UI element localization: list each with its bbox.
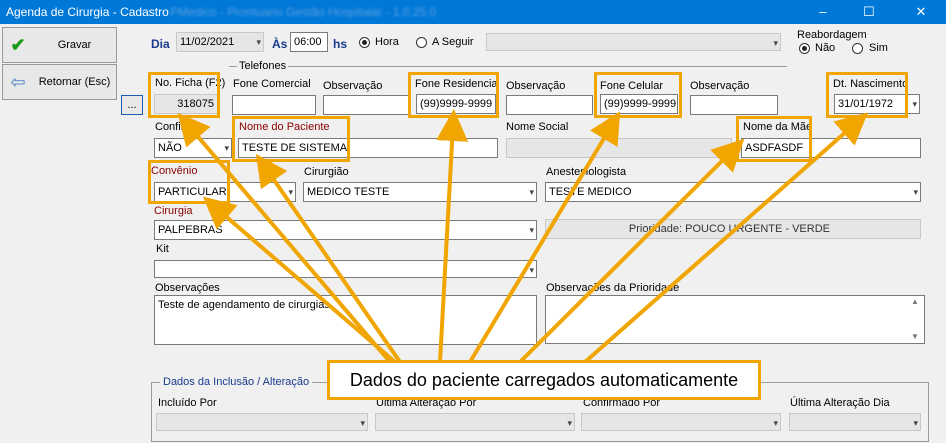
kit-select[interactable]: ▾ xyxy=(154,260,537,278)
date-picker[interactable]: 11/02/2021 ▾ xyxy=(176,32,264,52)
reabordagem-sim-radio[interactable] xyxy=(852,43,863,54)
observacoes-prioridade-label: Observações da Prioridade xyxy=(546,282,680,294)
chevron-down-icon: ▾ xyxy=(256,37,261,47)
fone-comercial-field[interactable] xyxy=(232,95,316,115)
a-seguir-radio[interactable] xyxy=(416,37,427,48)
chevron-down-icon: ▾ xyxy=(912,99,917,109)
cirurgia-select[interactable]: PALPEBRAS ▾ xyxy=(154,220,537,240)
minimize-button[interactable]: – xyxy=(800,0,846,24)
highlight-fone-celular xyxy=(594,72,682,118)
observacoes-textarea[interactable]: Teste de agendamento de cirurgias xyxy=(154,295,537,345)
anestesiologista-value: TESTE MEDICO xyxy=(549,186,632,198)
observacao-3-label: Observação xyxy=(690,80,750,92)
chevron-down-icon: ▾ xyxy=(773,418,778,428)
save-button-label: Gravar xyxy=(57,39,92,51)
observacao-2-field[interactable] xyxy=(506,95,593,115)
time-input[interactable]: 06:00 xyxy=(290,32,328,52)
chevron-down-icon: ▾ xyxy=(529,187,534,197)
inclusao-legend: Dados da Inclusão / Alteração xyxy=(160,376,313,388)
a-seguir-radio-label: A Seguir xyxy=(432,36,474,48)
as-label: Às xyxy=(272,37,288,51)
scroll-up-icon[interactable]: ▲ xyxy=(911,297,919,306)
cirurgiao-label: Cirurgião xyxy=(304,166,349,178)
chevron-down-icon: ▾ xyxy=(224,143,229,153)
save-button[interactable]: ✔ Gravar xyxy=(2,27,117,63)
title-bar: Agenda de Cirurgia - Cadastro PMedico - … xyxy=(0,0,946,24)
back-button[interactable]: ⇦ Retornar (Esc) xyxy=(2,64,117,100)
reabordagem-label: Reabordagem xyxy=(797,29,867,41)
reabordagem-nao-label: Não xyxy=(815,42,836,54)
chevron-down-icon: ▾ xyxy=(529,225,534,235)
anestesiologista-label: Anestesiologista xyxy=(546,166,627,178)
cirurgia-value: PALPEBRAS xyxy=(158,224,223,236)
hora-radio[interactable] xyxy=(359,37,370,48)
observacao-1-field[interactable] xyxy=(323,95,411,115)
confirmado-por-field: ▾ xyxy=(581,413,781,431)
ultima-alteracao-dia-field: ▾ xyxy=(789,413,921,431)
reabordagem-nao-radio[interactable] xyxy=(799,43,810,54)
fone-comercial-label: Fone Comercial xyxy=(233,78,311,90)
a-seguir-select[interactable]: ▾ xyxy=(486,33,781,51)
ficha-lookup-button[interactable]: ... xyxy=(121,95,143,115)
prioridade-badge: Prioridade: POUCO URGENTE - VERDE xyxy=(545,219,921,239)
arrow-left-icon: ⇦ xyxy=(10,71,26,92)
hora-radio-label: Hora xyxy=(375,36,399,48)
confirmar-select[interactable]: NÃO ▾ xyxy=(154,138,232,158)
ultima-alteracao-dia-label: Última Alteração Dia xyxy=(790,397,890,409)
chevron-down-icon: ▾ xyxy=(567,418,572,428)
cirurgiao-value: MEDICO TESTE xyxy=(307,186,390,198)
observacao-1-label: Observação xyxy=(323,80,383,92)
annotation-banner: Dados do paciente carregados automaticam… xyxy=(327,360,761,400)
highlight-no-ficha xyxy=(148,72,220,118)
observacoes-prioridade-textarea[interactable] xyxy=(545,295,925,344)
maximize-button[interactable]: ☐ xyxy=(846,0,892,24)
highlight-nome-paciente xyxy=(232,116,350,162)
scroll-down-icon[interactable]: ▼ xyxy=(911,332,919,341)
hs-label: hs xyxy=(333,37,348,51)
cirurgiao-select[interactable]: MEDICO TESTE ▾ xyxy=(303,182,537,202)
reabordagem-sim-label: Sim xyxy=(869,42,888,54)
anestesiologista-select[interactable]: TESTE MEDICO ▾ xyxy=(545,182,921,202)
chevron-down-icon: ▾ xyxy=(773,38,778,48)
nome-social-label: Nome Social xyxy=(506,121,569,133)
highlight-nome-mae xyxy=(736,116,812,162)
confirmar-label: Confirmar xyxy=(155,121,204,133)
chevron-down-icon: ▾ xyxy=(529,265,534,275)
chevron-down-icon: ▾ xyxy=(360,418,365,428)
ultima-alteracao-por-field: ▾ xyxy=(375,413,575,431)
incluido-por-field: ▾ xyxy=(156,413,368,431)
chevron-down-icon: ▾ xyxy=(288,187,293,197)
observacao-2-label: Observação xyxy=(506,80,566,92)
date-value: 11/02/2021 xyxy=(180,36,235,48)
confirmar-value: NÃO xyxy=(158,142,182,154)
chevron-down-icon: ▾ xyxy=(913,418,918,428)
highlight-dt-nascimento xyxy=(826,72,908,118)
chevron-down-icon: ▾ xyxy=(913,187,918,197)
window-subtitle: PMedico - Prontuario Gestão Hospitalar -… xyxy=(170,5,437,19)
observacao-3-field[interactable] xyxy=(690,95,778,115)
highlight-convenio xyxy=(148,160,230,204)
close-button[interactable]: ✕ xyxy=(896,0,946,24)
checkmark-icon: ✔ xyxy=(10,34,26,55)
nome-social-field[interactable] xyxy=(506,138,732,158)
highlight-fone-residencia xyxy=(408,72,499,118)
dia-label: Dia xyxy=(151,37,170,51)
observacoes-label: Observações xyxy=(155,282,220,294)
window-title: Agenda de Cirurgia - Cadastro xyxy=(6,5,169,19)
incluido-por-label: Incluído Por xyxy=(158,397,217,409)
kit-label: Kit xyxy=(156,243,169,255)
back-button-label: Retornar (Esc) xyxy=(38,76,111,88)
cirurgia-label: Cirurgia xyxy=(154,205,193,217)
telefones-legend: Telefones xyxy=(237,60,289,72)
